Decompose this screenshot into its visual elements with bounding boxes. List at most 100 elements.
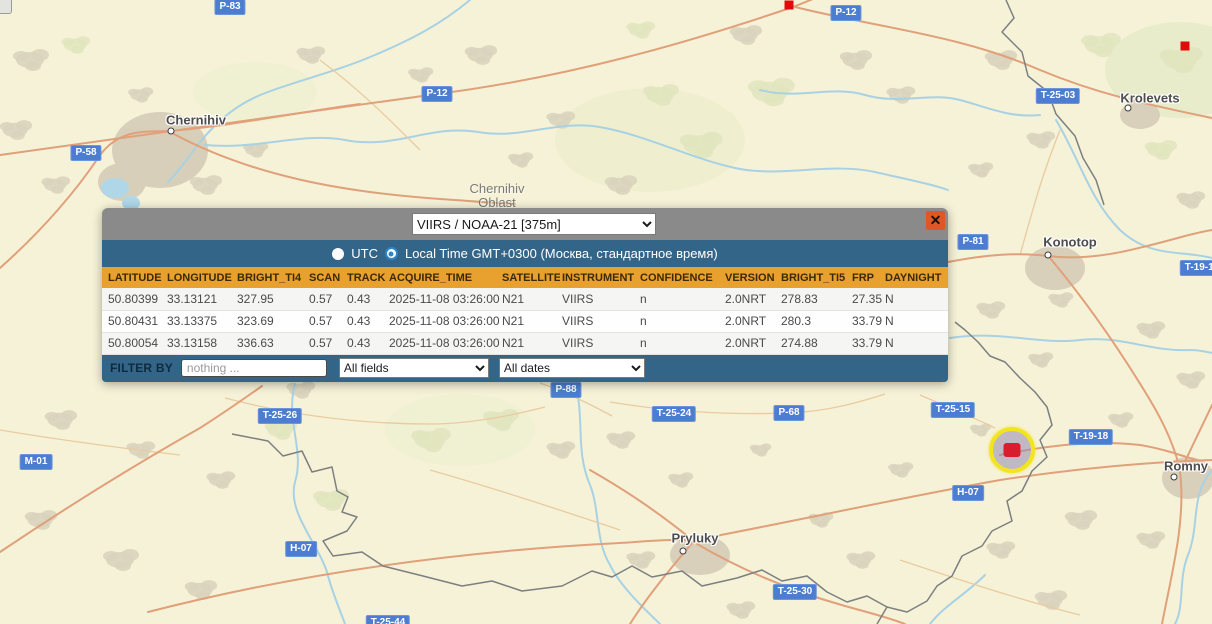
fire-point-icon[interactable] (784, 0, 794, 10)
table-row[interactable]: 50.80431 33.13375 323.69 0.57 0.43 2025-11-08… (102, 310, 948, 333)
map[interactable]: Chernihiv Oblast Chernihiv Krolevets Konot… (0, 0, 1212, 624)
table-cell: 280.3 (779, 310, 850, 333)
road-label-t-25-44: T-25-44 (365, 615, 411, 624)
road-label-h-07: H-07 (952, 485, 984, 501)
city-marker-icon (1170, 473, 1178, 481)
column-header-daynight[interactable]: DAYNIGHT (883, 267, 948, 288)
city-label-chernihiv: Chernihiv (166, 112, 226, 128)
road-label-t-25-26: T-25-26 (257, 408, 303, 424)
table-cell: 2025-11-08 03:26:00 (387, 288, 500, 311)
filter-input[interactable] (180, 359, 327, 377)
city-label-krolevets: Krolevets (1120, 90, 1180, 106)
table-cell: N (883, 332, 948, 355)
road-label-h-07: H-07 (285, 541, 317, 557)
utc-radio-label[interactable]: UTC (351, 246, 378, 261)
table-row[interactable]: 50.80399 33.13121 327.95 0.57 0.43 2025-11-08… (102, 288, 948, 311)
city-marker-icon (167, 127, 175, 135)
table-cell: 33.79 (850, 332, 883, 355)
filter-by-label: FILTER BY (110, 361, 173, 375)
layer-select[interactable]: VIIRS / NOAA-21 [375m] (412, 213, 656, 235)
road-label-t-25-24: T-25-24 (651, 406, 697, 422)
city-label-pryluky: Pryluky (671, 530, 719, 546)
column-header-frp[interactable]: FRP (850, 267, 883, 288)
table-cell: VIIRS (560, 332, 638, 355)
table-cell: 50.80054 (102, 332, 165, 355)
road-label-p-68: P-68 (773, 405, 805, 421)
column-header-instrument[interactable]: INSTRUMENT (560, 267, 638, 288)
column-header-acquire_time[interactable]: ACQUIRE_TIME (387, 267, 500, 288)
table-cell: 0.57 (307, 332, 345, 355)
road-label-p-83: P-83 (214, 0, 246, 15)
table-cell: 278.83 (779, 288, 850, 311)
map-control-partial[interactable] (0, 0, 12, 14)
close-icon[interactable]: ✕ (926, 211, 945, 230)
column-header-confidence[interactable]: CONFIDENCE (638, 267, 723, 288)
table-cell: 336.63 (235, 332, 307, 355)
table-cell: 33.13121 (165, 288, 235, 311)
table-header-row: LATITUDE LONGITUDE BRIGHT_TI4 SCAN TRACK ACQU… (102, 267, 948, 288)
fire-detections-table: LATITUDE LONGITUDE BRIGHT_TI4 SCAN TRACK ACQU… (102, 267, 948, 355)
table-cell: 323.69 (235, 310, 307, 333)
column-header-track[interactable]: TRACK (345, 267, 387, 288)
column-header-latitude[interactable]: LATITUDE (102, 267, 165, 288)
table-cell: 33.13158 (165, 332, 235, 355)
column-header-bright_ti5[interactable]: BRIGHT_TI5 (779, 267, 850, 288)
city-label-konotop: Konotop (1043, 234, 1097, 250)
region-label: Chernihiv Oblast (470, 182, 525, 210)
table-cell: VIIRS (560, 310, 638, 333)
road-label-p-12: P-12 (830, 5, 862, 21)
table-cell: 2.0NRT (723, 310, 779, 333)
selected-fire-marker[interactable] (989, 427, 1035, 473)
local-time-radio-label[interactable]: Local Time GMT+0300 (Москва, стандартное… (405, 246, 718, 261)
city-marker-icon (1124, 104, 1132, 112)
fire-point-icon[interactable] (1180, 41, 1190, 51)
table-cell: 33.79 (850, 310, 883, 333)
road-label-p-88: P-88 (550, 382, 582, 398)
table-cell: 2.0NRT (723, 332, 779, 355)
road-label-t-25-15: T-25-15 (930, 402, 976, 418)
table-cell: 0.43 (345, 310, 387, 333)
road-label-t-25-30: T-25-30 (772, 584, 818, 600)
table-cell: VIIRS (560, 288, 638, 311)
utc-radio[interactable] (332, 247, 345, 260)
table-cell: 2025-11-08 03:26:00 (387, 310, 500, 333)
road-label-p-12: P-12 (421, 86, 453, 102)
column-header-bright_ti4[interactable]: BRIGHT_TI4 (235, 267, 307, 288)
table-cell: n (638, 332, 723, 355)
fire-detection-icon (1003, 443, 1021, 457)
table-cell: N (883, 288, 948, 311)
table-cell: N21 (500, 288, 560, 311)
column-header-satellite[interactable]: SATELLITE (500, 267, 560, 288)
filter-fields-select[interactable]: All fields (338, 358, 489, 378)
column-header-version[interactable]: VERSION (723, 267, 779, 288)
table-row[interactable]: 50.80054 33.13158 336.63 0.57 0.43 2025-11-08… (102, 332, 948, 355)
time-zone-bar: UTC Local Time GMT+0300 (Москва, стандар… (102, 240, 948, 267)
column-header-longitude[interactable]: LONGITUDE (165, 267, 235, 288)
table-cell: 0.57 (307, 310, 345, 333)
table-cell: n (638, 288, 723, 311)
road-label-t-19-18: T-19-18 (1068, 429, 1114, 445)
table-cell: 0.43 (345, 332, 387, 355)
road-label-m-01: M-01 (19, 454, 53, 470)
table-cell: 50.80431 (102, 310, 165, 333)
table-cell: 27.35 (850, 288, 883, 311)
road-label-t-19-18: T-19-18 (1179, 260, 1212, 276)
table-cell: N (883, 310, 948, 333)
city-label-romny: Romny (1163, 458, 1209, 474)
road-label-t-25-03: T-25-03 (1035, 88, 1081, 104)
table-cell: 0.43 (345, 288, 387, 311)
table-cell: 50.80399 (102, 288, 165, 311)
table-cell: 327.95 (235, 288, 307, 311)
table-cell: 33.13375 (165, 310, 235, 333)
fire-data-popup: VIIRS / NOAA-21 [375m] ✕ UTC Local Time … (102, 208, 948, 382)
road-label-p-58: P-58 (70, 145, 102, 161)
city-marker-icon (679, 547, 687, 555)
local-time-radio[interactable] (384, 247, 398, 260)
table-cell: 0.57 (307, 288, 345, 311)
fire-table-body: 50.80399 33.13121 327.95 0.57 0.43 2025-11-08… (102, 288, 948, 355)
filter-dates-select[interactable]: All dates (498, 358, 645, 378)
region-label-line1: Chernihiv (469, 181, 525, 196)
column-header-scan[interactable]: SCAN (307, 267, 345, 288)
filter-bar: FILTER BY All fields All dates (102, 354, 948, 382)
city-marker-icon (1044, 251, 1052, 259)
